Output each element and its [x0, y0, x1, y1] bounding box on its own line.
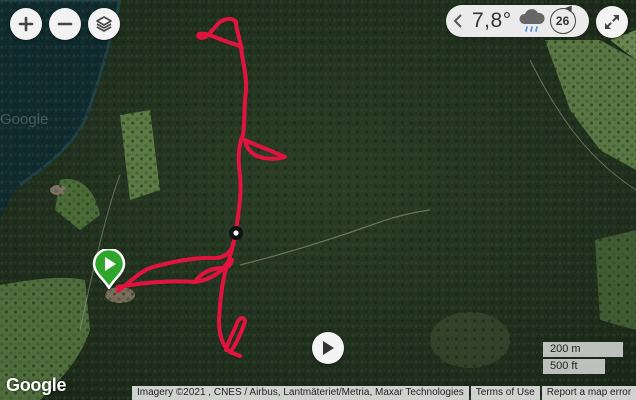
scale-metric: 200 m [543, 342, 623, 357]
imagery-attribution: Imagery ©2021 , CNES / Airbus, Lantmäter… [132, 386, 469, 400]
scale-bar: 200 m 500 ft [543, 342, 623, 376]
zoom-out-button[interactable] [49, 8, 81, 40]
fullscreen-icon [605, 15, 619, 29]
wind-speed: 26 [549, 8, 576, 34]
layers-button[interactable] [88, 8, 120, 40]
zoom-in-button[interactable] [10, 8, 42, 40]
rain-cloud-icon [519, 9, 545, 32]
minus-icon [57, 22, 73, 26]
chevron-left-icon[interactable] [452, 13, 464, 29]
plus-icon [18, 16, 34, 32]
report-error-link[interactable]: Report a map error [541, 386, 636, 400]
layers-icon [96, 16, 112, 32]
scale-imperial: 500 ft [543, 359, 605, 374]
start-marker[interactable] [92, 249, 126, 289]
google-logo[interactable]: Google [6, 375, 67, 396]
weather-widget[interactable]: 7,8° 26 [446, 5, 589, 37]
map-watermark: Google [0, 111, 49, 128]
play-icon [323, 341, 334, 355]
play-button[interactable] [312, 332, 344, 364]
temperature: 7,8° [472, 9, 512, 32]
fullscreen-button[interactable] [596, 6, 628, 38]
attribution-bar: Imagery ©2021 , CNES / Airbus, Lantmäter… [130, 386, 636, 400]
terms-link[interactable]: Terms of Use [470, 386, 540, 400]
